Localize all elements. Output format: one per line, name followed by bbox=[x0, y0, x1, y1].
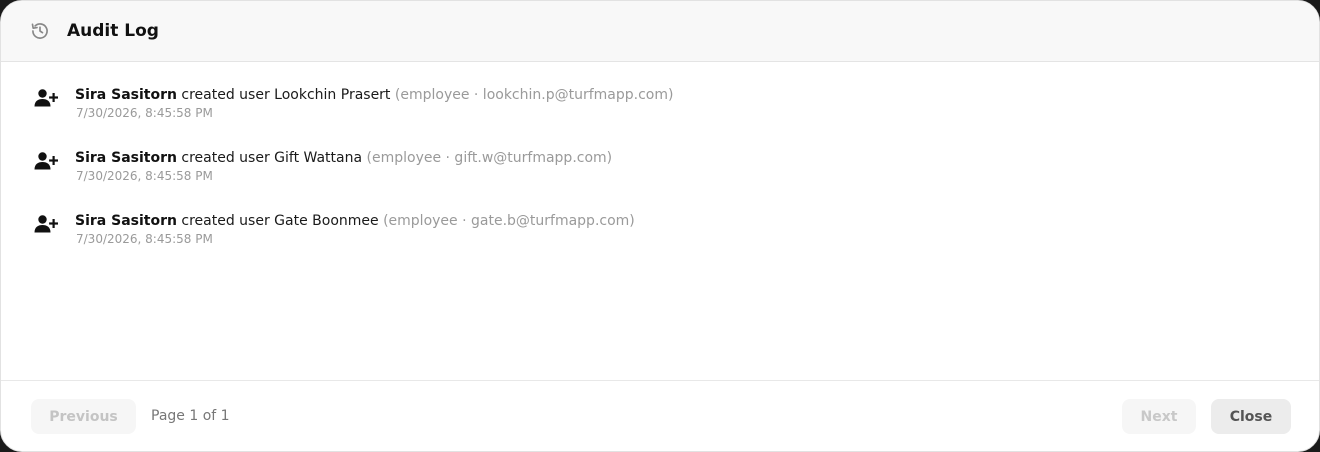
history-icon bbox=[29, 20, 51, 42]
audit-meta: (employee · gift.w@turfmapp.com) bbox=[366, 150, 613, 166]
audit-actor: Sira Sasitorn bbox=[75, 213, 177, 229]
audit-log-modal: Audit Log Sira Sasitorn created user Loo… bbox=[0, 0, 1320, 452]
previous-page-button[interactable]: Previous bbox=[31, 399, 136, 434]
audit-meta: (employee · gate.b@turfmapp.com) bbox=[383, 213, 635, 229]
user-plus-icon bbox=[34, 88, 59, 108]
audit-actor: Sira Sasitorn bbox=[75, 150, 177, 166]
audit-action: created user Gate Boonmee bbox=[176, 213, 384, 229]
audit-entry: Sira Sasitorn created user Gift Wattana … bbox=[1, 149, 1319, 212]
modal-title: Audit Log bbox=[67, 21, 159, 41]
close-button[interactable]: Close bbox=[1211, 399, 1291, 434]
audit-timestamp: 7/30/2026, 8:45:58 PM bbox=[76, 169, 213, 183]
modal-header: Audit Log bbox=[1, 1, 1319, 62]
audit-timestamp: 7/30/2026, 8:45:58 PM bbox=[76, 106, 213, 120]
audit-timestamp: 7/30/2026, 8:45:58 PM bbox=[76, 232, 213, 246]
audit-entry-text: Sira Sasitorn created user Lookchin Pras… bbox=[75, 87, 673, 103]
audit-entry: Sira Sasitorn created user Gate Boonmee … bbox=[1, 212, 1319, 275]
audit-action: created user Lookchin Prasert bbox=[176, 87, 395, 103]
page-indicator: Page 1 of 1 bbox=[151, 408, 230, 424]
user-plus-icon bbox=[34, 214, 59, 234]
audit-entry-text: Sira Sasitorn created user Gate Boonmee … bbox=[75, 213, 635, 229]
audit-entry-text: Sira Sasitorn created user Gift Wattana … bbox=[75, 150, 612, 166]
audit-actor: Sira Sasitorn bbox=[75, 87, 177, 103]
audit-meta: (employee · lookchin.p@turfmapp.com) bbox=[394, 87, 674, 103]
next-page-button[interactable]: Next bbox=[1122, 399, 1196, 434]
audit-entry-list: Sira Sasitorn created user Lookchin Pras… bbox=[1, 62, 1319, 275]
modal-footer: Previous Page 1 of 1 Next Close bbox=[1, 380, 1319, 451]
user-plus-icon bbox=[34, 151, 59, 171]
audit-action: created user Gift Wattana bbox=[176, 150, 367, 166]
audit-entry: Sira Sasitorn created user Lookchin Pras… bbox=[1, 86, 1319, 149]
